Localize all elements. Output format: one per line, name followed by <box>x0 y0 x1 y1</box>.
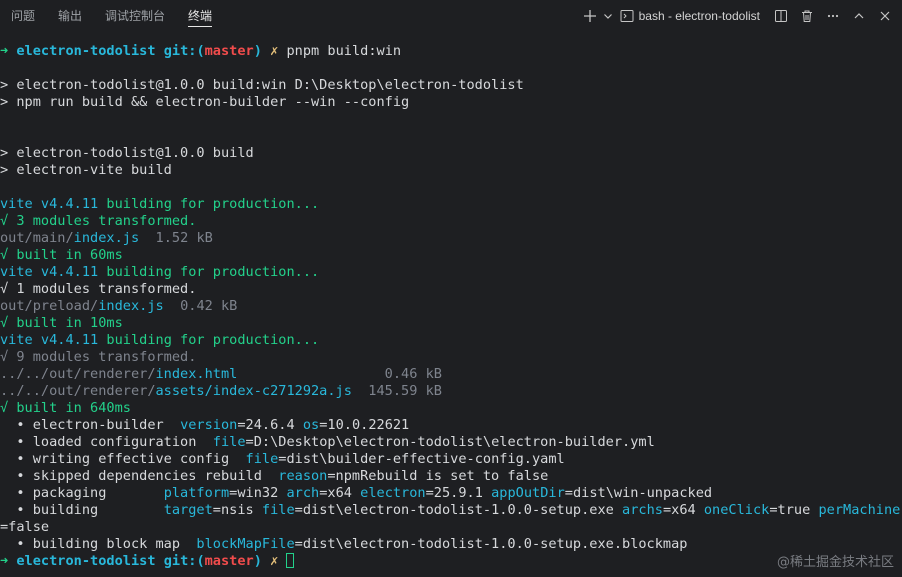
tab-debug-console[interactable]: 调试控制台 <box>105 0 165 32</box>
prompt-line: ➜ electron-todolist git:(master) ✗ pnpm … <box>0 43 402 59</box>
ellipsis-icon[interactable] <box>822 5 844 27</box>
panel-tab-bar: 问题 输出 调试控制台 终端 bash - electron-todolist <box>0 0 902 32</box>
output-line: out/main/index.js 1.52 kB <box>0 230 213 246</box>
output-line: vite v4.4.11 building for production... <box>0 332 320 348</box>
output-line: • loaded configuration file=D:\Desktop\e… <box>0 434 655 450</box>
terminal-output[interactable]: ➜ electron-todolist git:(master) ✗ pnpm … <box>0 43 902 570</box>
output-line: • building target=nsis file=dist\electro… <box>0 502 901 518</box>
output-line: > electron-vite build <box>0 162 172 178</box>
output-line: =false <box>0 519 50 535</box>
output-line: √ built in 640ms <box>0 400 131 416</box>
terminal-selector[interactable]: bash - electron-todolist <box>619 5 760 27</box>
output-line: • writing effective config file=dist\bui… <box>0 451 565 467</box>
output-line: > electron-todolist@1.0.0 build:win D:\D… <box>0 77 524 93</box>
plus-icon[interactable] <box>579 5 601 27</box>
output-line: • electron-builder version=24.6.4 os=10.… <box>0 417 410 433</box>
output-line: > electron-todolist@1.0.0 build <box>0 145 254 161</box>
output-line: • packaging platform=win32 arch=x64 elec… <box>0 485 713 501</box>
text-cursor <box>286 553 295 568</box>
prompt-line: ➜ electron-todolist git:(master) ✗ <box>0 553 902 570</box>
output-line: vite v4.4.11 building for production... <box>0 196 320 212</box>
split-icon[interactable] <box>770 5 792 27</box>
output-line: √ built in 10ms <box>0 315 123 331</box>
output-line: • skipped dependencies rebuild reason=np… <box>0 468 549 484</box>
close-icon[interactable] <box>874 5 896 27</box>
output-line: out/preload/index.js 0.42 kB <box>0 298 238 314</box>
tab-terminal[interactable]: 终端 <box>188 0 213 32</box>
tab-output[interactable]: 输出 <box>58 0 82 32</box>
output-line: • building block map blockMapFile=dist\e… <box>0 536 688 552</box>
output-line: > npm run build && electron-builder --wi… <box>0 94 410 110</box>
trash-icon[interactable] <box>796 5 818 27</box>
output-line: √ 9 modules transformed. <box>0 349 197 365</box>
output-line: √ 3 modules transformed. <box>0 213 197 229</box>
chevron-down-icon[interactable] <box>601 5 615 27</box>
panel-toolbar: bash - electron-todolist <box>579 0 902 32</box>
tab-problems[interactable]: 问题 <box>11 0 35 32</box>
chevron-up-icon[interactable] <box>848 5 870 27</box>
output-line: vite v4.4.11 building for production... <box>0 264 320 280</box>
output-line: √ 1 modules transformed. <box>0 281 197 297</box>
terminal-name: bash - electron-todolist <box>638 9 760 23</box>
terminal-panel: 问题 输出 调试控制台 终端 bash - electron-todolist <box>0 0 902 577</box>
watermark: @稀土掘金技术社区 <box>776 555 894 570</box>
output-line: ../../out/renderer/assets/index-c271292a… <box>0 383 442 399</box>
output-line: √ built in 60ms <box>0 247 123 263</box>
terminal-icon <box>619 5 635 27</box>
output-line: ../../out/renderer/index.html 0.46 kB <box>0 366 442 382</box>
